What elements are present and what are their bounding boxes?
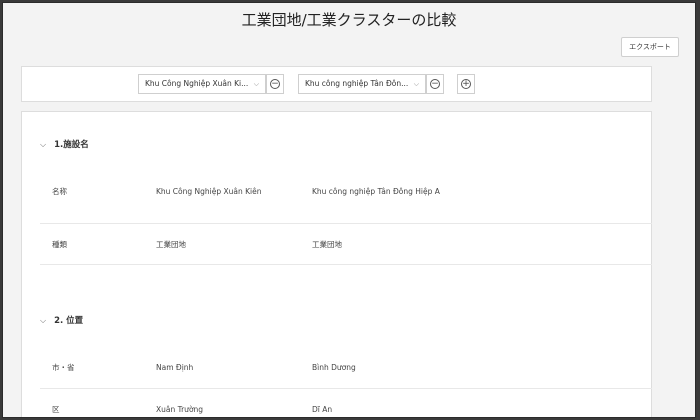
park-select-1[interactable]: Khu Công Nghiệp Xuân Ki... ⌵ — [138, 74, 266, 94]
export-button[interactable]: エクスポート — [621, 37, 679, 57]
cell-park-2: 工業団地 — [312, 240, 342, 249]
remove-park-1-button[interactable]: − — [266, 74, 284, 94]
row-label: 名称 — [52, 187, 67, 196]
chevron-down-icon: ⌵ — [40, 316, 47, 325]
app-window: 工業団地/工業クラスターの比較 エクスポート Khu Công Nghiệp X… — [2, 2, 696, 418]
cell-park-1: 工業団地 — [156, 240, 186, 249]
page-title: 工業団地/工業クラスターの比較 — [241, 11, 457, 29]
park-select-2[interactable]: Khu công nghiệp Tân Đôn... ⌵ — [298, 74, 426, 94]
cell-park-2: Khu công nghiệp Tân Đông Hiệp A — [312, 187, 440, 196]
cell-park-2: Bình Dương — [312, 363, 356, 372]
table-row: 市・省 Nam Định Bình Dương — [40, 348, 652, 389]
chevron-down-icon: ⌵ — [253, 80, 259, 88]
park-select-1-value: Khu Công Nghiệp Xuân Ki... — [145, 79, 249, 88]
remove-park-2-button[interactable]: − — [426, 74, 444, 94]
park-select-2-value: Khu công nghiệp Tân Đôn... — [305, 79, 409, 88]
add-icon: + — [461, 79, 471, 89]
table-row: 種類 工業団地 工業団地 — [40, 225, 652, 265]
comparison-selector-panel: Khu Công Nghiệp Xuân Ki... ⌵ − Khu công … — [21, 66, 652, 102]
cell-park-1: Nam Định — [156, 363, 194, 372]
remove-icon: − — [430, 79, 440, 89]
remove-icon: − — [270, 79, 280, 89]
add-park-button[interactable]: + — [457, 74, 475, 94]
section-header-facility-name[interactable]: ⌵ 1.施設名 — [40, 138, 89, 150]
row-label: 市・省 — [52, 363, 75, 372]
section-title: 2. 位置 — [54, 316, 84, 326]
row-label: 種類 — [52, 240, 67, 249]
cell-park-1: Xuân Trường — [156, 405, 204, 414]
section-title: 1.施設名 — [54, 140, 89, 150]
cell-park-2: Dĩ An — [312, 405, 333, 414]
row-label: 区 — [52, 405, 60, 414]
chevron-down-icon: ⌵ — [40, 140, 47, 149]
comparison-table: ⌵ 1.施設名 名称 Khu Công Nghiệp Xuân Kiên Khu … — [21, 111, 652, 417]
table-row: 区 Xuân Trường Dĩ An — [40, 390, 652, 417]
section-header-location[interactable]: ⌵ 2. 位置 — [40, 314, 83, 326]
table-row: 名称 Khu Công Nghiệp Xuân Kiên Khu công ng… — [40, 172, 652, 224]
cell-park-1: Khu Công Nghiệp Xuân Kiên — [156, 187, 262, 196]
chevron-down-icon: ⌵ — [413, 80, 419, 88]
